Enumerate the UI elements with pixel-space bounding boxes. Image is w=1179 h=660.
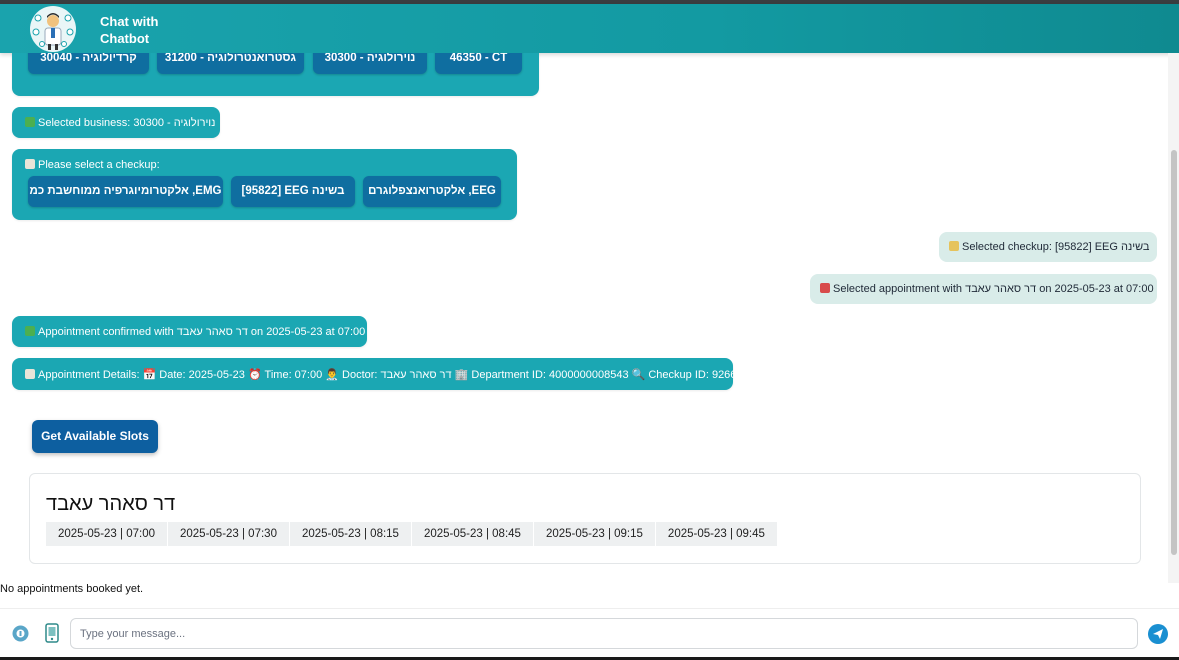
slot-button[interactable]: 2025-05-23 | 09:15 [533,522,656,546]
selected-checkup-text: Selected checkup: [95822] EEG בשינה [962,241,1150,253]
slot-button[interactable]: 2025-05-23 | 09:45 [655,522,778,546]
business-button-cardiology[interactable]: קרדיולוגיה - 30040 [28,53,149,74]
phone-icon[interactable] [45,623,59,643]
slot-button[interactable]: 2025-05-23 | 07:00 [46,522,168,546]
booking-status-text: No appointments booked yet. [0,583,144,595]
slots-card: דר סאהר עאבד 2025-05-23 | 07:00 2025-05-… [29,473,1141,564]
slot-button[interactable]: 2025-05-23 | 08:45 [411,522,534,546]
document-icon [25,369,35,379]
doctor-name: דר סאהר עאבד [46,493,176,515]
checkup-button-emg[interactable]: אלקטרומיוגרפיה ממוחשבת כמ ,EMG [28,176,223,207]
selected-appointment-message: Selected appointment with דר סאהר עאבד o… [810,274,1157,304]
check-mark-icon [25,326,35,336]
business-button-neurology[interactable]: נוירולוגיה - 30300 [313,53,427,74]
appointment-details-text: Appointment Details: 📅 Date: 2025-05-23 … [38,369,755,381]
slot-button[interactable]: 2025-05-23 | 07:30 [167,522,290,546]
attach-icon[interactable] [12,625,29,642]
checkup-button-eeg[interactable]: אלקטרואנצפלוגרם ,EEG [363,176,501,207]
check-mark-icon [25,117,35,127]
selected-appointment-text: Selected appointment with דר סאהר עאבד o… [833,283,1154,295]
pencil-icon [949,241,959,251]
checkup-options-bubble: Please select a checkup: אלקטרומיוגרפיה … [12,149,517,220]
appointment-confirmed-text: Appointment confirmed with דר סאהר עאבד … [38,326,366,338]
chat-scrollbar-thumb[interactable] [1171,150,1177,555]
appointment-confirmed-message: Appointment confirmed with דר סאהר עאבד … [12,316,367,347]
chat-title: Chat with Chatbot [100,14,159,46]
calendar-icon [820,283,830,293]
selected-checkup-message: Selected checkup: [95822] EEG בשינה [939,232,1157,262]
slots-row: 2025-05-23 | 07:00 2025-05-23 | 07:30 20… [46,522,778,546]
chat-header: Chat with Chatbot [0,4,1179,53]
get-available-slots-button[interactable]: Get Available Slots [32,420,158,453]
checkup-button-eeg-sleep[interactable]: [95822] EEG בשינה [231,176,355,207]
select-checkup-prompt: Please select a checkup: [38,159,160,171]
business-options-bubble: קרדיולוגיה - 30040 גסטרואנטרולוגיה - 312… [12,53,539,96]
calendar-icon [25,159,35,169]
slot-button[interactable]: 2025-05-23 | 08:15 [289,522,412,546]
business-button-ct[interactable]: 46350 - CT [435,53,522,74]
selected-business-message: Selected business: 30300 - נוירולוגיה [12,107,220,138]
selected-business-text: Selected business: 30300 - נוירולוגיה [38,117,216,129]
send-icon[interactable] [1148,624,1168,644]
doctor-avatar-icon [30,6,76,52]
message-input[interactable] [70,618,1138,649]
appointment-details-message: Appointment Details: 📅 Date: 2025-05-23 … [12,358,755,390]
message-input-bar [0,608,1179,659]
business-button-gastro[interactable]: גסטרואנטרולוגיה - 31200 [157,53,304,74]
